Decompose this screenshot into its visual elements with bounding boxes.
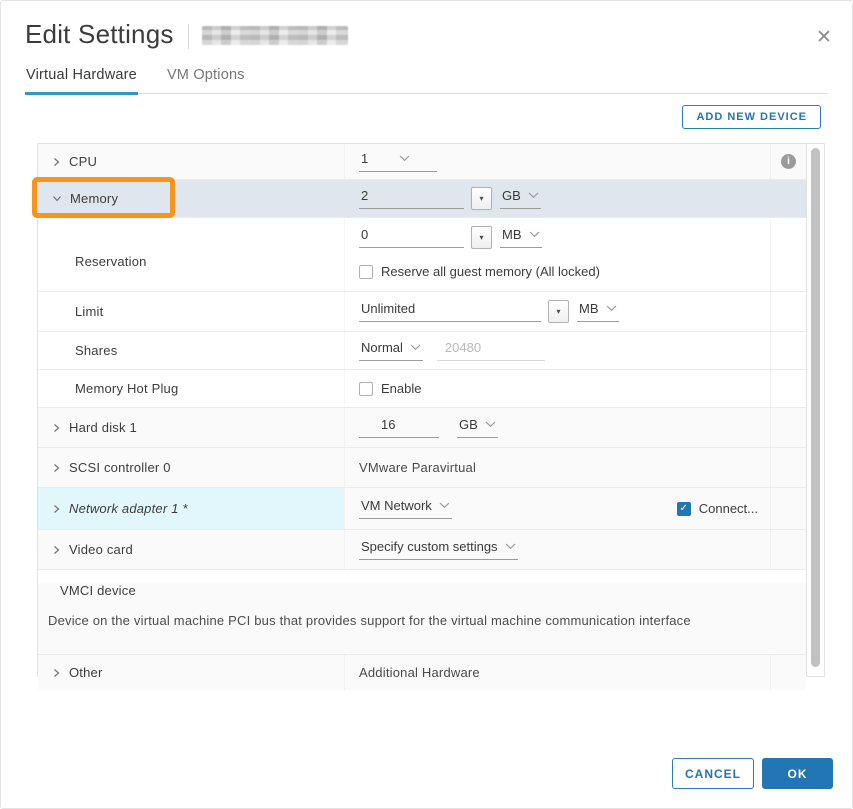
memory-size-input[interactable]: 2 xyxy=(359,188,464,209)
reservation-unit-value: MB xyxy=(502,227,522,242)
shares-label: Shares xyxy=(75,343,117,358)
vm-name-redacted xyxy=(202,26,348,45)
network-value: VM Network xyxy=(361,498,432,513)
ok-button[interactable]: OK xyxy=(762,758,833,789)
scsi-controller-value: VMware Paravirtual xyxy=(359,460,476,475)
chevron-down-icon xyxy=(529,231,540,238)
chevron-down-icon xyxy=(505,543,516,550)
video-card-label: Video card xyxy=(69,542,133,557)
chevron-down-icon xyxy=(439,502,450,509)
shares-value: Normal xyxy=(361,340,403,355)
chevron-down-icon[interactable] xyxy=(52,194,62,203)
title-divider xyxy=(188,24,189,49)
network-select[interactable]: VM Network xyxy=(359,498,452,519)
chevron-down-icon xyxy=(528,192,539,199)
other-label-cell[interactable]: Other xyxy=(38,655,344,690)
connect-label: Connect... xyxy=(699,501,758,516)
video-card-settings-value: Specify custom settings xyxy=(361,539,498,554)
chevron-right-icon[interactable] xyxy=(52,463,61,473)
cpu-count-value: 1 xyxy=(361,151,368,166)
cpu-label-cell[interactable]: CPU xyxy=(38,144,344,179)
memory-label: Memory xyxy=(70,191,118,206)
limit-label: Limit xyxy=(75,304,103,319)
chevron-right-icon[interactable] xyxy=(52,668,61,678)
hard-disk-size-input[interactable]: 16 xyxy=(359,417,439,438)
edit-settings-dialog: Edit Settings ✕ Virtual Hardware VM Opti… xyxy=(0,0,853,809)
tab-vm-options[interactable]: VM Options xyxy=(166,63,246,93)
vmci-device-description: Device on the virtual machine PCI bus th… xyxy=(48,613,796,628)
table-row-other: Other Additional Hardware xyxy=(38,655,806,690)
scrollbar-track[interactable] xyxy=(806,144,824,676)
table-row-vmci-device: VMCI device Device on the virtual machin… xyxy=(38,583,806,655)
hard-disk-label-cell[interactable]: Hard disk 1 xyxy=(38,408,344,447)
chevron-down-icon xyxy=(606,305,617,312)
video-card-label-cell[interactable]: Video card xyxy=(38,530,344,569)
chevron-right-icon[interactable] xyxy=(52,157,61,167)
hard-disk-unit-select[interactable]: GB xyxy=(457,417,498,438)
limit-spinner-button[interactable]: ▾ xyxy=(548,300,569,323)
network-adapter-label-cell[interactable]: Network adapter 1 * xyxy=(38,488,344,529)
cancel-button[interactable]: CANCEL xyxy=(672,758,754,789)
close-icon[interactable]: ✕ xyxy=(812,25,836,49)
table-row-shares: Shares Normal 20480 xyxy=(38,332,806,370)
other-value: Additional Hardware xyxy=(359,665,480,680)
memory-spinner-button[interactable]: ▾ xyxy=(471,187,492,210)
reservation-unit-select[interactable]: MB xyxy=(500,227,542,248)
reservation-spinner-button[interactable]: ▾ xyxy=(471,226,492,249)
limit-unit-value: MB xyxy=(579,301,599,316)
table-row-cpu: CPU 1 i xyxy=(38,144,806,180)
tab-virtual-hardware[interactable]: Virtual Hardware xyxy=(25,63,138,95)
tab-bar: Virtual Hardware VM Options xyxy=(25,63,828,94)
table-row-reservation: Reservation 0 ▾ MB Reserve all guest mem… xyxy=(38,218,806,292)
hardware-table: CPU 1 i Memory 2 xyxy=(37,143,825,677)
table-row-memory: Memory 2 ▾ GB xyxy=(38,180,806,218)
memory-hot-plug-checkbox[interactable] xyxy=(359,382,373,396)
add-new-device-button[interactable]: ADD NEW DEVICE xyxy=(682,105,821,129)
video-card-settings-select[interactable]: Specify custom settings xyxy=(359,539,518,560)
limit-unit-select[interactable]: MB xyxy=(577,301,619,322)
connect-checkbox[interactable]: ✓ xyxy=(677,502,691,516)
hard-disk-label: Hard disk 1 xyxy=(69,420,137,435)
info-icon[interactable]: i xyxy=(781,154,796,169)
other-label: Other xyxy=(69,665,103,680)
reserve-all-memory-label: Reserve all guest memory (All locked) xyxy=(381,264,600,279)
shares-count-input-disabled: 20480 xyxy=(437,340,545,361)
cpu-count-select[interactable]: 1 xyxy=(359,151,437,172)
dialog-title: Edit Settings xyxy=(25,19,174,50)
chevron-right-icon[interactable] xyxy=(52,423,61,433)
table-row-hard-disk: Hard disk 1 16 GB xyxy=(38,408,806,448)
table-row-limit: Limit Unlimited ▾ MB xyxy=(38,292,806,332)
shares-select[interactable]: Normal xyxy=(359,340,423,361)
chevron-down-icon xyxy=(485,421,496,428)
reserve-all-memory-checkbox[interactable] xyxy=(359,265,373,279)
memory-label-cell[interactable]: Memory xyxy=(38,180,344,217)
vmci-device-label: VMCI device xyxy=(60,583,806,598)
chevron-right-icon[interactable] xyxy=(52,545,61,555)
hard-disk-unit-value: GB xyxy=(459,417,478,432)
table-row-video-card: Video card Specify custom settings xyxy=(38,530,806,570)
cpu-label: CPU xyxy=(69,154,97,169)
limit-input[interactable]: Unlimited xyxy=(359,301,541,322)
table-row-memory-hot-plug: Memory Hot Plug Enable xyxy=(38,370,806,408)
dialog-footer: CANCEL OK xyxy=(672,758,833,789)
memory-unit-value: GB xyxy=(502,188,521,203)
memory-hot-plug-label: Memory Hot Plug xyxy=(75,381,178,396)
reservation-label: Reservation xyxy=(75,254,147,269)
network-adapter-label: Network adapter 1 * xyxy=(69,501,188,516)
chevron-down-icon xyxy=(410,344,421,351)
chevron-right-icon[interactable] xyxy=(52,504,61,514)
reservation-input[interactable]: 0 xyxy=(359,227,464,248)
chevron-down-icon xyxy=(399,155,410,162)
memory-hot-plug-enable-label: Enable xyxy=(381,381,421,396)
table-row-network-adapter: Network adapter 1 * VM Network ✓ Connect… xyxy=(38,488,806,530)
table-row-scsi-controller: SCSI controller 0 VMware Paravirtual xyxy=(38,448,806,488)
scsi-controller-label: SCSI controller 0 xyxy=(69,460,171,475)
memory-unit-select[interactable]: GB xyxy=(500,188,541,209)
scrollbar-thumb[interactable] xyxy=(811,148,820,667)
scsi-label-cell[interactable]: SCSI controller 0 xyxy=(38,448,344,487)
